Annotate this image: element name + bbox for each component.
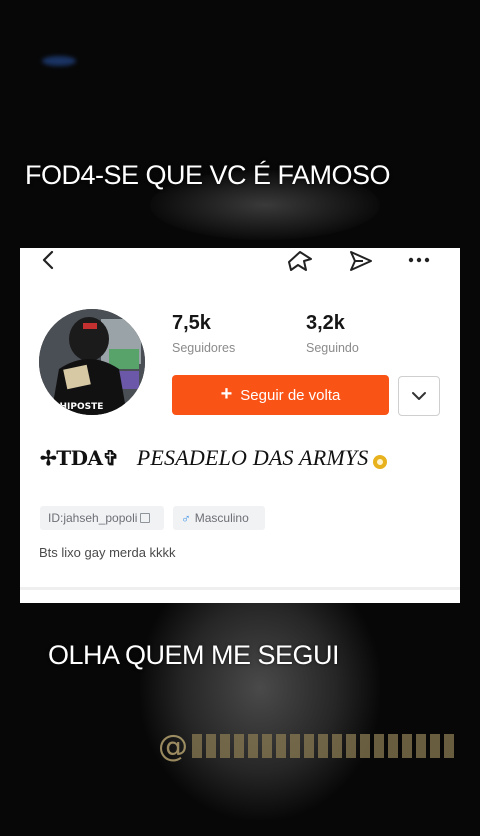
back-arrow-icon[interactable] <box>38 249 60 271</box>
display-name: PESADELO DAS ARMYS <box>136 445 369 470</box>
avatar[interactable]: SHIPOSTE <box>39 309 145 415</box>
watermark-bars <box>192 734 454 758</box>
male-icon: ♂ <box>181 510 191 526</box>
following-stat[interactable]: 3,2k Seguindo <box>306 312 359 355</box>
follow-back-label: Seguir de volta <box>240 386 341 404</box>
user-id: ID:jahseh_popoli <box>48 511 138 525</box>
section-divider <box>20 587 460 590</box>
chevron-down-icon <box>412 392 426 400</box>
plus-icon: + <box>220 383 233 405</box>
background-light-spot <box>42 56 76 66</box>
clan-tag: ✢TDA✞ <box>40 446 119 470</box>
share-icon[interactable] <box>348 249 374 273</box>
avatar-image: SHIPOSTE <box>39 309 145 415</box>
user-id-chip[interactable]: ID:jahseh_popoli <box>40 506 164 530</box>
background-figure <box>140 600 380 820</box>
gender-chip: ♂ Masculino <box>173 506 265 530</box>
following-label: Seguindo <box>306 341 359 355</box>
followers-label: Seguidores <box>172 341 236 355</box>
followers-count: 7,5k <box>172 312 211 334</box>
profile-card: SHIPOSTE 7,5k Seguidores 3,2k Seguindo +… <box>20 248 460 603</box>
profile-topbar <box>20 248 460 274</box>
followers-stat[interactable]: 7,5k Seguidores <box>172 312 235 355</box>
caption-bottom: OLHA QUEM ME SEGUI <box>48 640 340 670</box>
expand-suggestions-button[interactable] <box>398 376 440 416</box>
badge-icon <box>372 455 387 469</box>
gender-label: Masculino <box>194 511 249 525</box>
caption-top: FOD4-SE QUE VC É FAMOSO <box>25 160 391 190</box>
profile-name-row: ✢TDA✞ PESADELO DAS ARMYS <box>40 445 387 471</box>
watermark-at: @ <box>158 728 188 764</box>
watermark: @ <box>158 728 454 764</box>
more-options-icon[interactable] <box>406 253 432 267</box>
direct-message-icon[interactable] <box>286 249 314 273</box>
copy-icon <box>140 513 151 523</box>
following-count: 3,2k <box>306 312 345 334</box>
profile-bio: Bts lixo gay merda kkkk <box>39 545 176 560</box>
follow-back-button[interactable]: + Seguir de volta <box>172 375 389 415</box>
avatar-caption: SHIPOSTE <box>53 402 103 412</box>
